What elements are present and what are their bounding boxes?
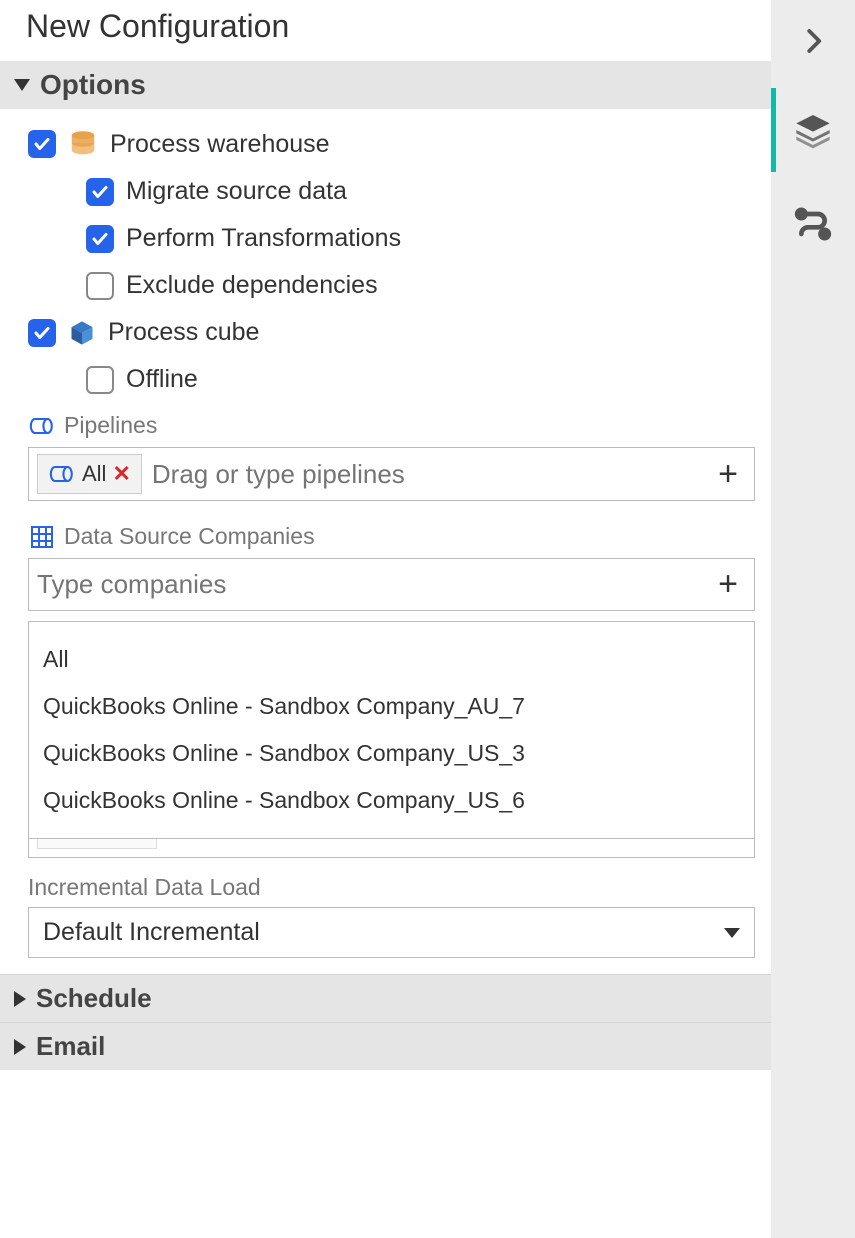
layers-icon — [793, 110, 833, 150]
pipelines-icon — [28, 414, 56, 438]
exclude-dependencies-checkbox[interactable] — [86, 272, 114, 300]
options-body: Process warehouse Migrate source data Pe… — [0, 109, 771, 974]
company-option[interactable]: QuickBooks Online - Sandbox Company_US_6 — [39, 777, 744, 824]
perform-transformations-row: Perform Transformations — [86, 224, 755, 253]
companies-input-wrap[interactable]: + — [28, 558, 755, 611]
pipelines-input-wrap[interactable]: All ✕ + — [28, 447, 755, 501]
migrate-source-label: Migrate source data — [126, 177, 347, 206]
company-option[interactable]: QuickBooks Online - Sandbox Company_US_3 — [39, 730, 744, 777]
pipelines-chip-icon — [48, 464, 76, 484]
grid-icon — [28, 525, 56, 549]
pipelines-label-row: Pipelines — [28, 412, 755, 439]
rail-route-button[interactable] — [771, 196, 855, 252]
email-title: Email — [36, 1031, 105, 1062]
warehouse-icon — [68, 129, 98, 159]
chevron-right-icon — [798, 26, 828, 56]
process-warehouse-label: Process warehouse — [110, 130, 330, 159]
rail-layers-button[interactable] — [771, 102, 855, 158]
options-header[interactable]: Options — [0, 61, 771, 109]
pipelines-chip-label: All — [82, 461, 106, 487]
process-cube-label: Process cube — [108, 318, 259, 347]
offline-label: Offline — [126, 365, 198, 394]
migrate-source-row: Migrate source data — [86, 177, 755, 206]
perform-transformations-checkbox[interactable] — [86, 225, 114, 253]
pipelines-input[interactable] — [152, 459, 700, 490]
config-panel: New Configuration Options Process wareho… — [0, 0, 771, 1238]
expand-icon — [14, 991, 26, 1007]
caret-down-icon — [724, 928, 740, 938]
expand-icon — [14, 1039, 26, 1055]
incremental-value: Default Incremental — [43, 918, 260, 947]
pipelines-chip-remove-icon[interactable]: ✕ — [112, 461, 130, 487]
companies-label-row: Data Source Companies — [28, 523, 755, 550]
options-title: Options — [40, 69, 146, 101]
incremental-select[interactable]: Default Incremental — [28, 907, 755, 958]
cube-icon — [68, 319, 96, 347]
pipelines-chip-all[interactable]: All ✕ — [37, 454, 142, 494]
company-option[interactable]: QuickBooks Online - Sandbox Company_AU_7 — [39, 683, 744, 730]
route-icon — [793, 204, 833, 244]
perform-transformations-label: Perform Transformations — [126, 224, 401, 253]
process-cube-row: Process cube — [28, 318, 755, 347]
schedule-header[interactable]: Schedule — [0, 974, 771, 1022]
companies-add-button[interactable]: + — [710, 565, 746, 604]
process-warehouse-row: Process warehouse — [28, 129, 755, 159]
offline-row: Offline — [86, 365, 755, 394]
companies-ghost-chip — [37, 839, 157, 849]
process-cube-checkbox[interactable] — [28, 319, 56, 347]
offline-checkbox[interactable] — [86, 366, 114, 394]
incremental-label: Incremental Data Load — [28, 874, 755, 901]
exclude-dependencies-label: Exclude dependencies — [126, 271, 378, 300]
exclude-dependencies-row: Exclude dependencies — [86, 271, 755, 300]
companies-under-row — [28, 839, 755, 858]
companies-input[interactable] — [37, 569, 700, 600]
migrate-source-checkbox[interactable] — [86, 178, 114, 206]
rail-expand-button[interactable] — [771, 18, 855, 64]
process-warehouse-checkbox[interactable] — [28, 130, 56, 158]
companies-dropdown: All QuickBooks Online - Sandbox Company_… — [28, 621, 755, 839]
company-option[interactable]: All — [39, 636, 744, 683]
right-rail — [771, 0, 855, 1238]
pipelines-add-button[interactable]: + — [710, 455, 746, 494]
page-title: New Configuration — [0, 0, 771, 61]
schedule-title: Schedule — [36, 983, 152, 1014]
pipelines-label: Pipelines — [64, 412, 157, 439]
collapse-icon — [14, 79, 30, 91]
email-header[interactable]: Email — [0, 1022, 771, 1070]
companies-label: Data Source Companies — [64, 523, 315, 550]
